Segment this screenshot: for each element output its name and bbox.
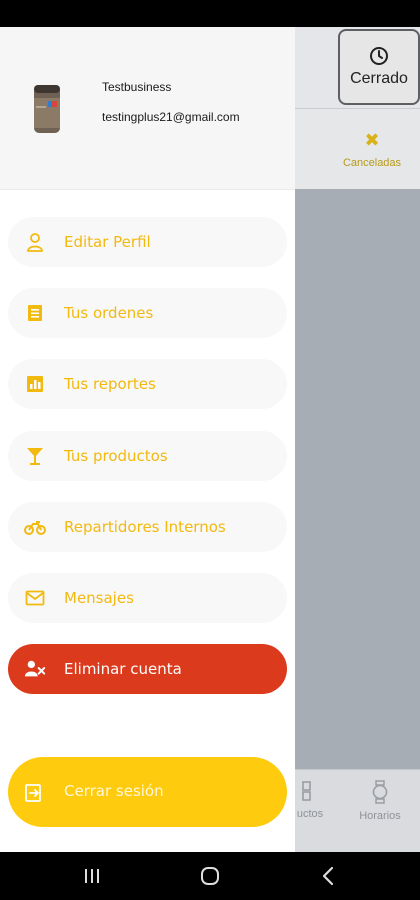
grid-icon (302, 781, 311, 801)
menu-item-repartidores-internos[interactable]: Repartidores Internos (8, 502, 287, 552)
menu-item-label: Tus productos (64, 447, 168, 465)
store-status-button[interactable]: Cerrado (338, 29, 420, 105)
list-icon (24, 303, 46, 323)
menu-item-tus-productos[interactable]: Tus productos (8, 431, 287, 481)
back-icon[interactable] (308, 864, 348, 888)
menu-item-label: Mensajes (64, 589, 134, 607)
profile-name: Testbusiness (102, 80, 172, 94)
menu-item-label: Repartidores Internos (64, 518, 226, 536)
navigation-drawer: Testbusiness testingplus21@gmail.com Edi… (0, 27, 295, 852)
menu-item-editar-perfil[interactable]: Editar Perfil (8, 217, 287, 267)
menu-item-mensajes[interactable]: Mensajes (8, 573, 287, 623)
store-status-label: Cerrado (350, 70, 408, 87)
profile-header: Testbusiness testingplus21@gmail.com (0, 27, 295, 190)
menu-item-label: Tus reportes (64, 375, 156, 393)
system-nav-bar (0, 852, 420, 900)
menu-item-label: Tus ordenes (64, 304, 154, 322)
bar-chart-icon (24, 374, 46, 394)
x-icon: ✖ (364, 130, 380, 151)
delete-account-label: Eliminar cuenta (64, 660, 182, 678)
logout-label: Cerrar sesión (64, 782, 164, 800)
logout-button[interactable]: Cerrar sesión (8, 757, 287, 827)
delete-account-button[interactable]: Eliminar cuenta (8, 644, 287, 694)
status-bar (0, 0, 420, 27)
bottom-nav-horarios[interactable]: Horarios (345, 780, 415, 822)
clock-icon (370, 47, 388, 65)
envelope-icon (24, 588, 46, 608)
motorcycle-icon (24, 517, 46, 537)
recents-icon[interactable] (72, 864, 112, 888)
cocktail-glass-icon (24, 446, 46, 466)
menu-item-label: Editar Perfil (64, 233, 151, 251)
watch-icon (372, 780, 388, 804)
business-avatar-icon (34, 85, 60, 133)
profile-email: testingplus21@gmail.com (102, 110, 240, 124)
tab-canceladas[interactable]: ✖ Canceladas (324, 131, 420, 170)
menu-item-tus-reportes[interactable]: Tus reportes (8, 359, 287, 409)
home-icon[interactable] (190, 864, 230, 888)
bottom-nav-productos-label: uctos (296, 808, 324, 820)
user-outline-icon (24, 232, 46, 252)
menu-item-tus-ordenes[interactable]: Tus ordenes (8, 288, 287, 338)
tab-canceladas-label: Canceladas (342, 157, 402, 169)
bottom-nav-horarios-label: Horarios (359, 810, 401, 822)
user-remove-icon (24, 659, 46, 679)
sign-out-icon (24, 783, 46, 803)
